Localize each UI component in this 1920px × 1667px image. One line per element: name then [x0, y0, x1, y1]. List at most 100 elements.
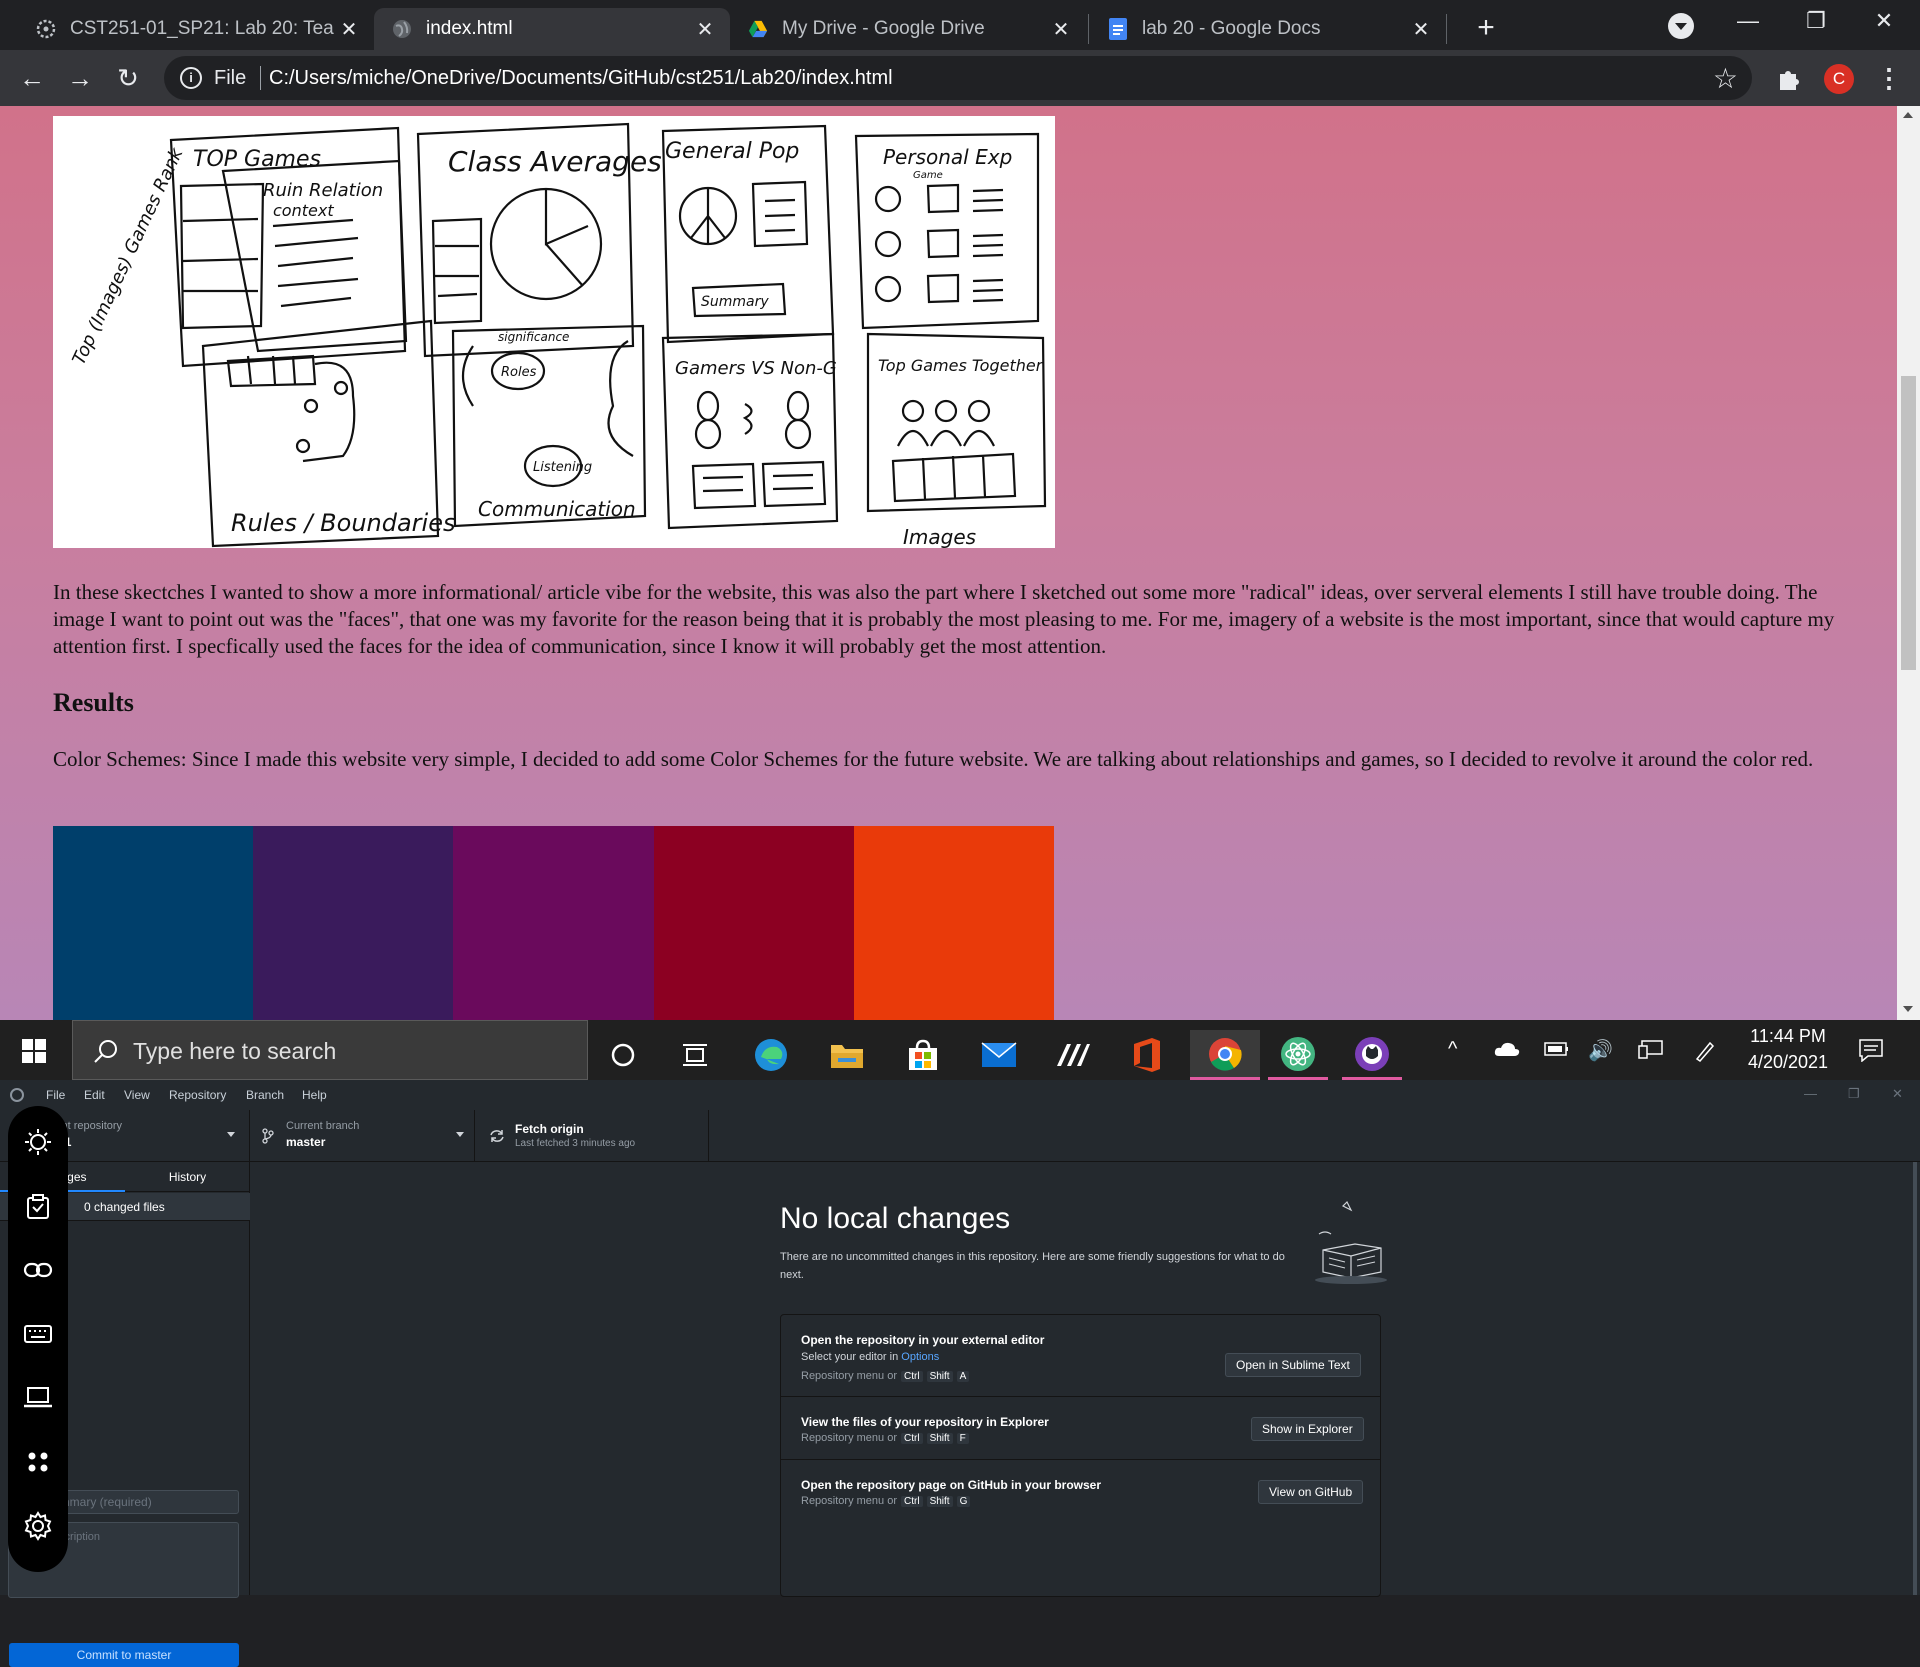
tab-title: CST251-01_SP21: Lab 20: Team Pi: [70, 18, 334, 39]
url-text[interactable]: C:/Users/miche/OneDrive/Documents/GitHub…: [269, 67, 893, 90]
reload-button[interactable]: ↻: [110, 60, 146, 96]
menu-file[interactable]: File: [46, 1088, 65, 1102]
tray-overflow-icon[interactable]: ^: [1448, 1038, 1457, 1061]
tab-close-icon[interactable]: ✕: [334, 17, 364, 42]
tab-close-icon[interactable]: ✕: [1046, 17, 1076, 42]
current-branch-dropdown[interactable]: Current branch master: [250, 1110, 475, 1162]
scroll-up-icon[interactable]: [1903, 112, 1913, 118]
tab-separator: [1088, 14, 1089, 44]
options-link[interactable]: Options: [901, 1351, 939, 1363]
file-explorer-icon[interactable]: [820, 1030, 874, 1080]
github-desktop-menubar: File Edit View Repository Branch Help — …: [0, 1080, 1920, 1110]
sketch-text: General Pop: [665, 139, 799, 164]
fetch-origin-label: Fetch origin: [515, 1122, 584, 1136]
atom-icon[interactable]: [1268, 1030, 1328, 1080]
empty-state-illustration-icon: [1315, 1200, 1387, 1284]
volume-icon[interactable]: 🔊: [1588, 1038, 1613, 1063]
laptop-icon[interactable]: [22, 1382, 54, 1414]
shortcut-prefix: Repository menu or: [801, 1370, 897, 1382]
sketch-text: Summary: [701, 294, 769, 310]
settings-gear-icon[interactable]: [22, 1510, 54, 1542]
shortcut-prefix: Repository menu or: [801, 1432, 897, 1444]
fetch-origin-button[interactable]: Fetch origin Last fetched 3 minutes ago: [475, 1110, 709, 1162]
profile-avatar[interactable]: C: [1824, 64, 1854, 94]
close-window-button[interactable]: ✕: [1864, 6, 1904, 36]
back-button[interactable]: ←: [14, 60, 50, 96]
menu-repository[interactable]: Repository: [169, 1088, 226, 1102]
network-icon[interactable]: [1638, 1040, 1664, 1066]
edge-icon[interactable]: [744, 1030, 798, 1080]
forward-button[interactable]: →: [62, 60, 98, 96]
ghd-close-button[interactable]: ✕: [1892, 1086, 1903, 1102]
sketch-text: Gamers VS Non-G: [675, 358, 837, 379]
key-ctrl: Ctrl: [901, 1496, 923, 1507]
link-icon[interactable]: [22, 1254, 54, 1286]
open-in-sublime-button[interactable]: Open in Sublime Text: [1225, 1353, 1361, 1377]
taskbar-clock-time[interactable]: 11:44 PM: [1748, 1026, 1828, 1047]
clipboard-icon[interactable]: [22, 1190, 54, 1222]
tab-close-icon[interactable]: ✕: [1406, 17, 1436, 42]
tab-separator: [1446, 14, 1447, 44]
current-branch-label: Current branch: [286, 1120, 360, 1132]
commit-button[interactable]: Commit to master: [9, 1643, 239, 1667]
task-view-icon[interactable]: [668, 1030, 722, 1080]
sketch-text: Game: [913, 170, 943, 181]
floating-tool-dock: [8, 1106, 68, 1572]
github-desktop-icon[interactable]: [1342, 1030, 1402, 1080]
tab-close-icon[interactable]: ✕: [690, 17, 720, 42]
tab-search-icon[interactable]: [1668, 13, 1694, 39]
ghd-maximize-button[interactable]: ❐: [1848, 1086, 1860, 1102]
tab-canvas[interactable]: CST251-01_SP21: Lab 20: Team Pi ✕: [18, 8, 374, 50]
menu-help[interactable]: Help: [302, 1088, 327, 1102]
onedrive-icon[interactable]: [1494, 1040, 1520, 1063]
mail-icon[interactable]: [972, 1030, 1026, 1080]
cortana-icon[interactable]: [596, 1030, 650, 1080]
key-ctrl: Ctrl: [901, 1371, 923, 1382]
keyboard-icon[interactable]: [22, 1318, 54, 1350]
ghd-scrollbar[interactable]: [1913, 1162, 1917, 1595]
address-bar[interactable]: i File C:/Users/miche/OneDrive/Documents…: [164, 56, 1752, 100]
chrome-menu-icon[interactable]: ⋮: [1876, 62, 1902, 94]
sketch-text: TOP Games: [193, 147, 321, 172]
store-icon[interactable]: [896, 1030, 950, 1080]
action-center-icon[interactable]: [1858, 1038, 1884, 1068]
chrome-icon[interactable]: [1190, 1030, 1260, 1080]
show-in-explorer-button[interactable]: Show in Explorer: [1251, 1417, 1364, 1441]
sketch-image: TOP Games Ruin Relation context Top (Ima…: [53, 116, 1055, 549]
view-on-github-button[interactable]: View on GitHub: [1258, 1480, 1364, 1504]
page-scrollbar[interactable]: [1897, 106, 1920, 1020]
tab-history[interactable]: History: [125, 1162, 250, 1192]
windows-start-icon[interactable]: [22, 1039, 46, 1063]
pen-workspace-icon[interactable]: [1694, 1040, 1716, 1068]
menu-edit[interactable]: Edit: [84, 1088, 105, 1102]
shortcut-hint: Repository menu or Ctrl Shift G: [801, 1495, 971, 1507]
scrollbar-thumb[interactable]: [1901, 376, 1916, 670]
tab-google-docs[interactable]: lab 20 - Google Docs ✕: [1090, 8, 1446, 50]
new-tab-button[interactable]: +: [1466, 8, 1506, 48]
restore-button[interactable]: ❐: [1796, 6, 1836, 36]
site-info-icon[interactable]: i: [180, 67, 202, 89]
bookmark-star-icon[interactable]: ☆: [1713, 62, 1738, 95]
scheme-label: File: [214, 67, 247, 89]
sketch-text: Top Games Together: [878, 356, 1044, 375]
battery-icon[interactable]: [1544, 1040, 1570, 1063]
no-changes-panel: No local changes There are no uncommitte…: [251, 1162, 1920, 1597]
menu-view[interactable]: View: [124, 1088, 150, 1102]
office-icon[interactable]: [1120, 1030, 1174, 1080]
tab-google-drive[interactable]: My Drive - Google Drive ✕: [730, 8, 1086, 50]
suggestion-view-github: Open the repository page on GitHub in yo…: [781, 1460, 1380, 1526]
menu-branch[interactable]: Branch: [246, 1088, 284, 1102]
last-fetched-text: Last fetched 3 minutes ago: [515, 1138, 636, 1149]
mathway-icon[interactable]: [1046, 1030, 1100, 1080]
brightness-icon[interactable]: [22, 1126, 54, 1158]
sketch-text: Class Averages: [448, 145, 662, 178]
ghd-minimize-button[interactable]: —: [1804, 1086, 1817, 1101]
extensions-puzzle-icon[interactable]: [1776, 66, 1802, 92]
apps-grid-icon[interactable]: [22, 1446, 54, 1478]
minimize-button[interactable]: —: [1728, 6, 1768, 36]
scroll-down-icon[interactable]: [1903, 1006, 1913, 1012]
tab-index-html[interactable]: index.html ✕: [374, 8, 730, 50]
taskbar-clock-date[interactable]: 4/20/2021: [1740, 1052, 1836, 1073]
taskbar-search-box[interactable]: Type here to search: [72, 1020, 588, 1080]
palette-swatch: [453, 826, 654, 1020]
